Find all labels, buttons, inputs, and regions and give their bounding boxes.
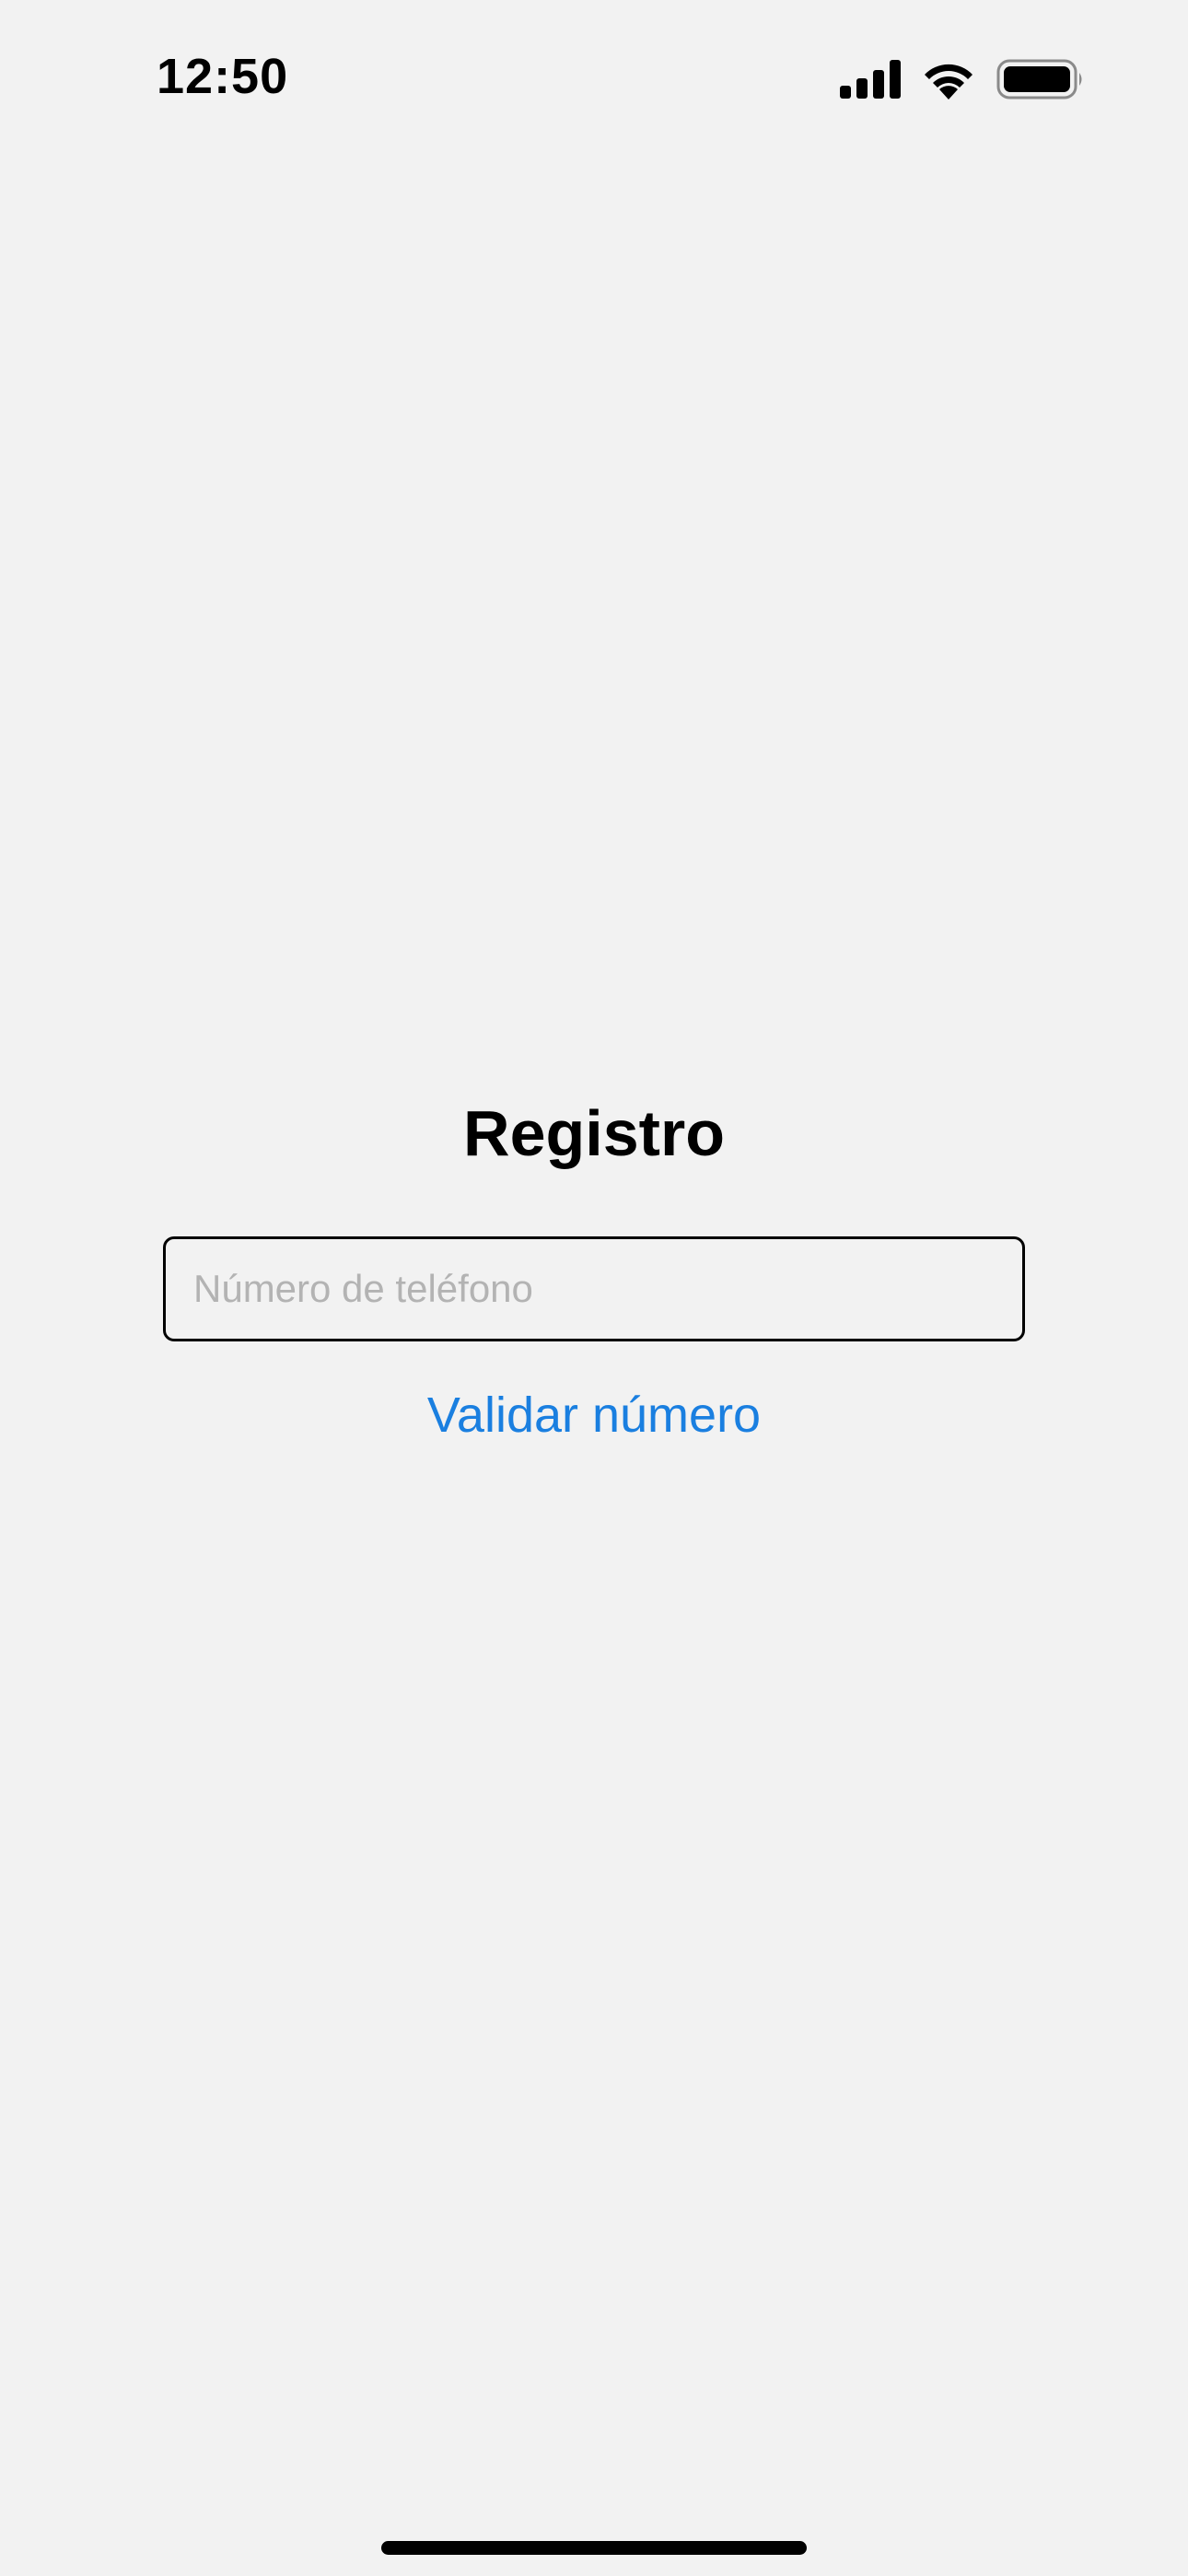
- home-indicator[interactable]: [381, 2541, 807, 2555]
- status-bar: 12:50: [0, 0, 1188, 157]
- page-title: Registro: [463, 1097, 725, 1169]
- phone-number-input[interactable]: [163, 1236, 1025, 1341]
- wifi-icon: [921, 59, 976, 100]
- cellular-signal-icon: [840, 60, 901, 99]
- status-time: 12:50: [157, 49, 289, 104]
- status-icons: [840, 57, 1085, 101]
- battery-icon: [996, 59, 1085, 100]
- validate-number-button[interactable]: Validar número: [0, 1387, 1188, 1444]
